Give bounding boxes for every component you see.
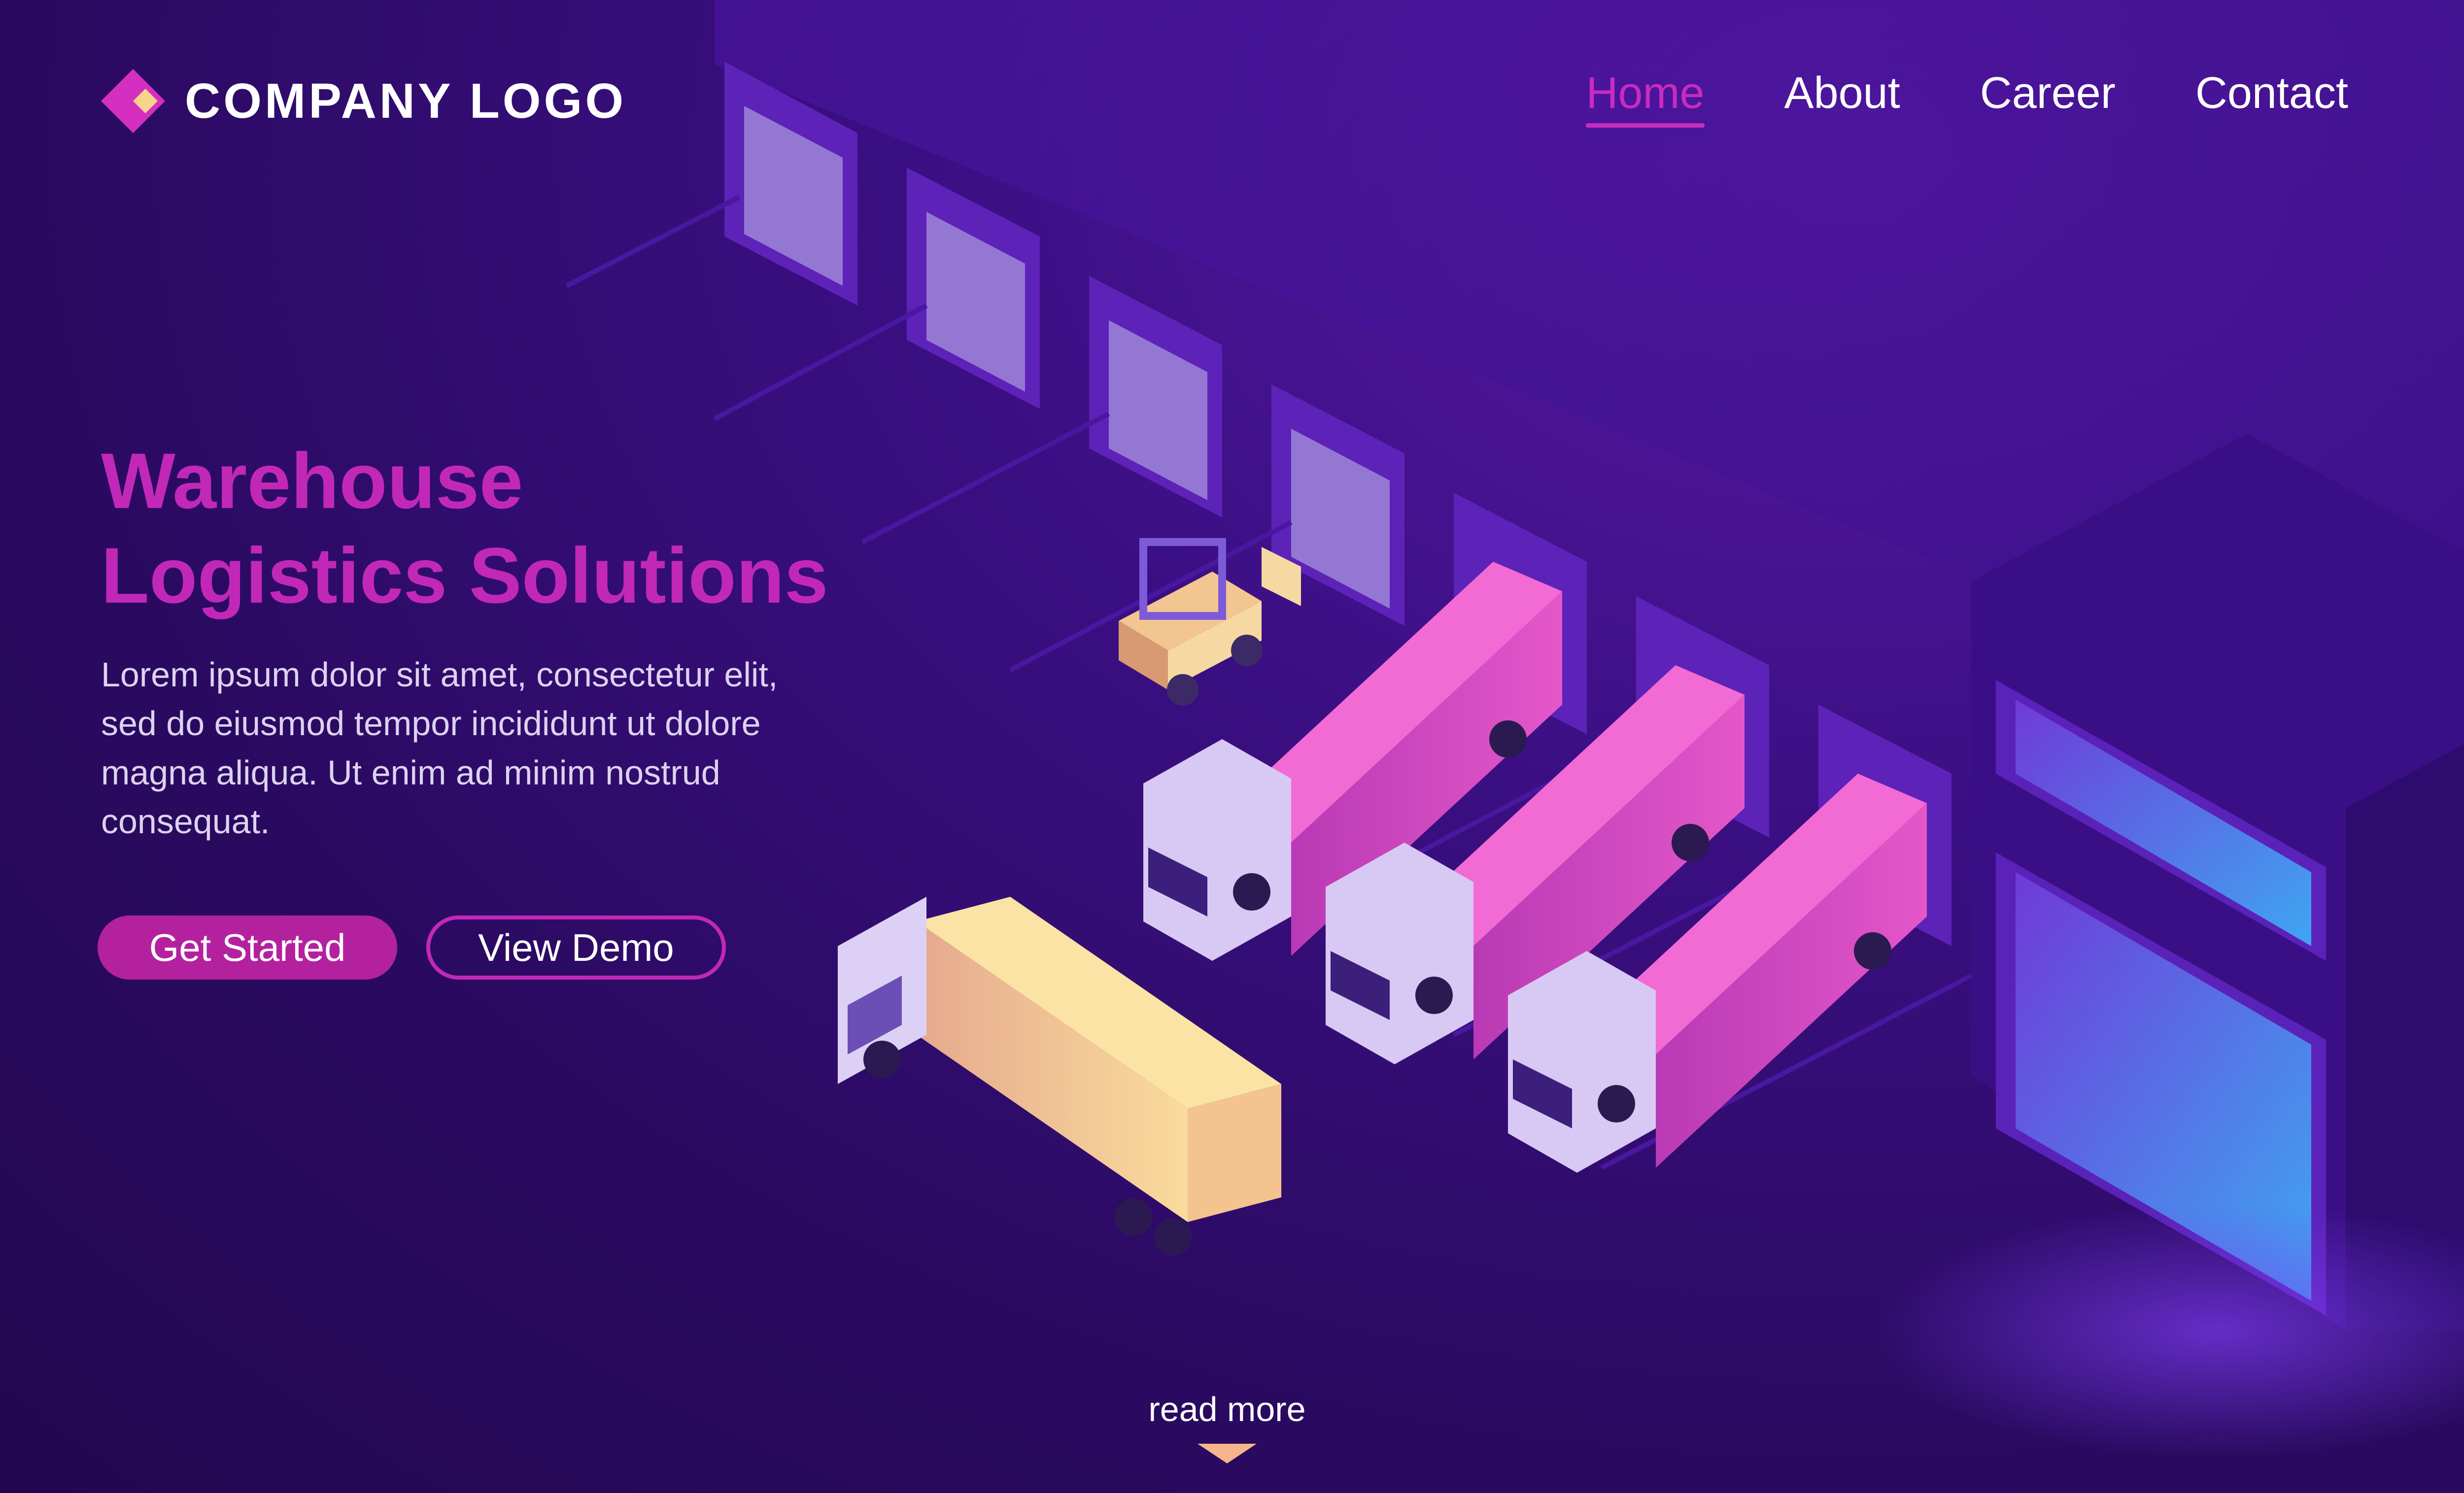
hero-description: Lorem ipsum dolor sit amet, consectetur … <box>101 655 778 841</box>
logo-text: COMPANY LOGO <box>185 73 627 129</box>
hero-title: Warehouse Logistics Solutions <box>101 434 890 623</box>
nav-career[interactable]: Career <box>1980 69 2116 128</box>
diamond-logo-icon <box>101 69 165 133</box>
main-nav: Home About Career Contact <box>1586 69 2348 128</box>
read-more-link[interactable]: read more <box>1129 1390 1326 1429</box>
nav-contact[interactable]: Contact <box>2195 69 2348 128</box>
hero-title-line1: Warehouse <box>101 437 523 525</box>
get-started-button[interactable]: Get Started <box>98 916 397 980</box>
landing-page: COMPANY LOGO Home About Career Contact W… <box>0 0 2464 1493</box>
company-logo[interactable]: COMPANY LOGO <box>101 69 626 133</box>
nav-about[interactable]: About <box>1784 69 1900 128</box>
chevron-down-icon[interactable] <box>1198 1444 1257 1463</box>
view-demo-button[interactable]: View Demo <box>426 916 726 980</box>
hero-title-line2: Logistics Solutions <box>101 531 828 619</box>
nav-home[interactable]: Home <box>1586 69 1705 128</box>
